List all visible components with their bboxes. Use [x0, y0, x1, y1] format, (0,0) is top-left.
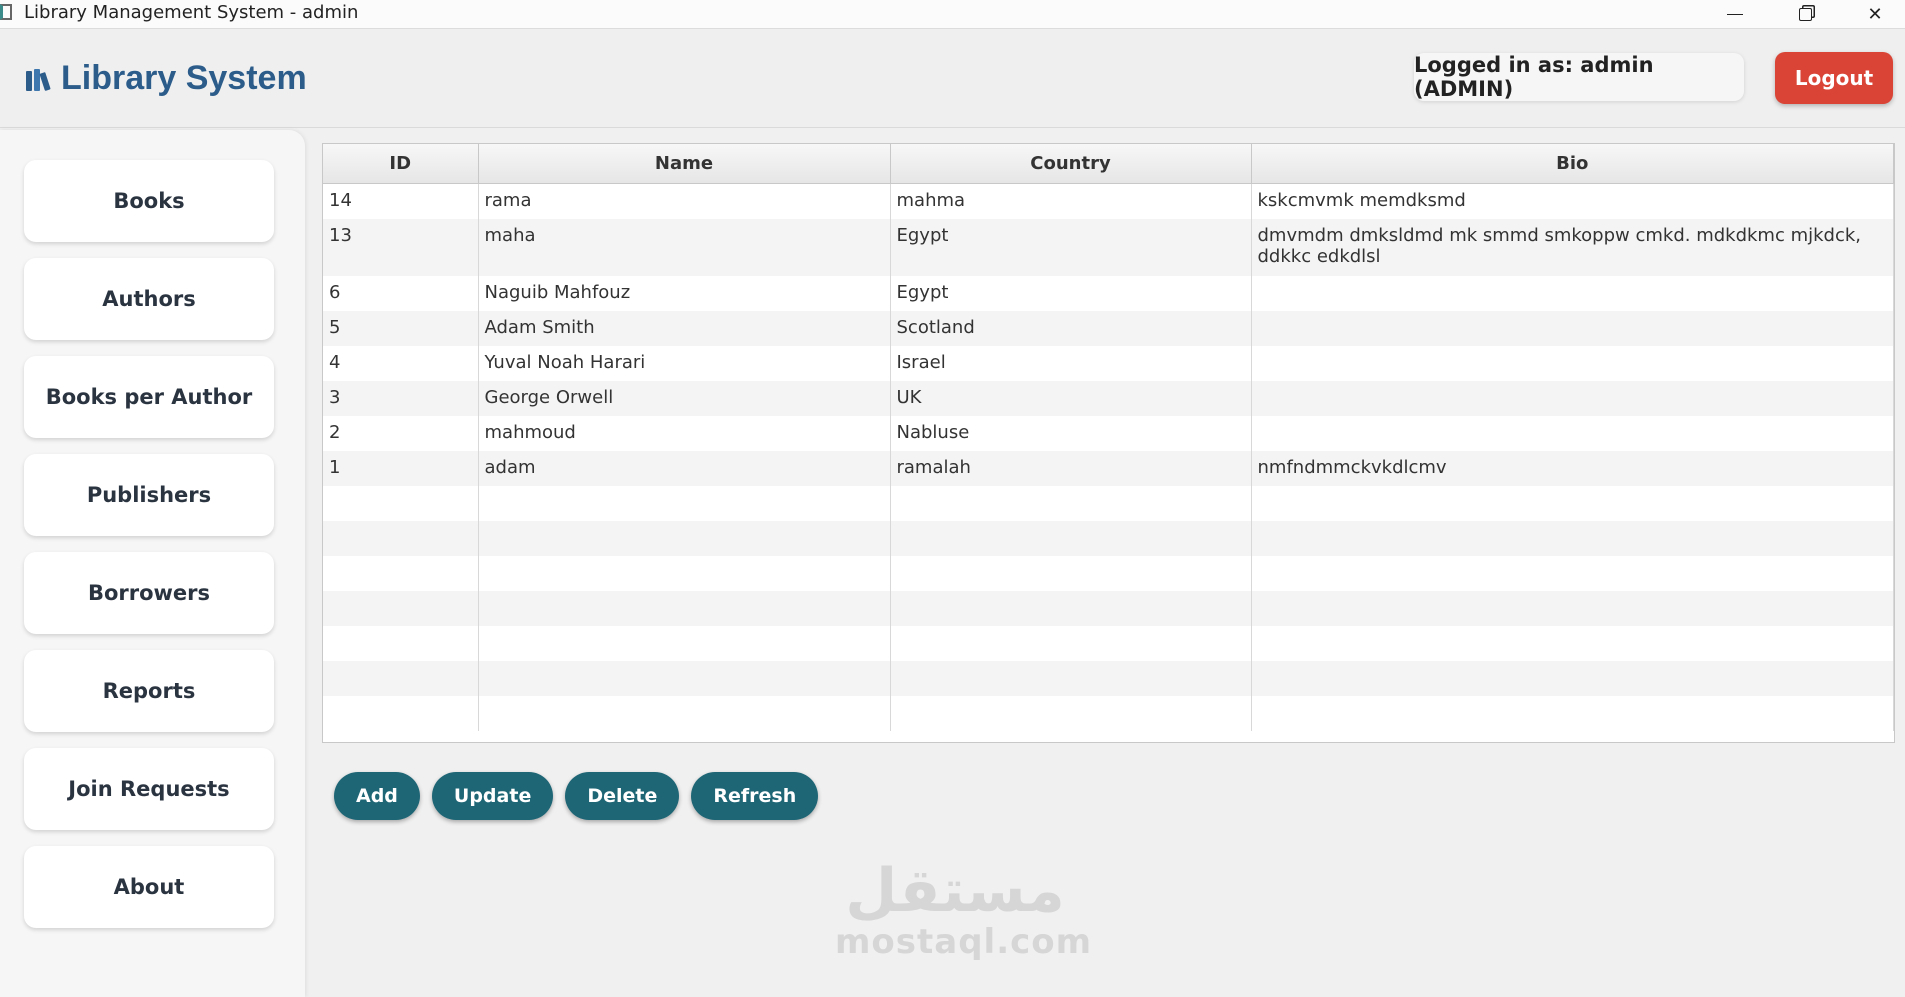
authors-table[interactable]: ID Name Country Bio 14 rama mahma kskcmv…	[322, 143, 1895, 743]
cell-country: mahma	[890, 183, 1252, 219]
logout-button[interactable]: Logout	[1775, 52, 1893, 104]
cell-country: Nabluse	[890, 416, 1252, 451]
maximize-button[interactable]	[1770, 0, 1840, 28]
table-row[interactable]: 4 Yuval Noah Harari Israel	[323, 346, 1894, 381]
cell-name: Yuval Noah Harari	[478, 346, 891, 381]
close-button[interactable]: ✕	[1840, 0, 1905, 28]
cell-country: Egypt	[890, 276, 1252, 311]
cell-name: maha	[478, 219, 891, 276]
cell-bio	[1251, 416, 1894, 451]
close-icon: ✕	[1867, 3, 1883, 25]
sidebar-item-books[interactable]: Books	[24, 160, 274, 242]
books-icon	[26, 67, 51, 91]
sidebar-item-borrowers[interactable]: Borrowers	[24, 552, 274, 634]
watermark: مستقل mostaql.com	[835, 856, 1093, 962]
empty-row	[323, 521, 1894, 556]
table-row[interactable]: 14 rama mahma kskcmvmk memdksmd	[323, 183, 1894, 219]
cell-id: 1	[323, 451, 479, 486]
cell-name: rama	[478, 183, 891, 219]
cell-bio	[1251, 381, 1894, 416]
cell-country: UK	[890, 381, 1252, 416]
table-row[interactable]: 3 George Orwell UK	[323, 381, 1894, 416]
cell-name: Naguib Mahfouz	[478, 276, 891, 311]
column-header-id[interactable]: ID	[323, 144, 479, 184]
cell-bio	[1251, 276, 1894, 311]
table-header-row: ID Name Country Bio	[323, 144, 1894, 184]
column-header-bio[interactable]: Bio	[1251, 144, 1894, 184]
app-icon	[0, 4, 12, 20]
table-row[interactable]: 5 Adam Smith Scotland	[323, 311, 1894, 346]
empty-row	[323, 696, 1894, 731]
cell-id: 2	[323, 416, 479, 451]
sidebar-item-authors[interactable]: Authors	[24, 258, 274, 340]
sidebar-item-publishers[interactable]: Publishers	[24, 454, 274, 536]
empty-row	[323, 486, 1894, 521]
add-button[interactable]: Add	[334, 772, 420, 820]
cell-bio: nmfndmmckvkdlcmv	[1251, 451, 1894, 486]
cell-bio	[1251, 346, 1894, 381]
window-title: Library Management System - admin	[24, 2, 359, 23]
cell-id: 14	[323, 183, 479, 219]
empty-row	[323, 556, 1894, 591]
update-button[interactable]: Update	[431, 772, 554, 820]
cell-bio: dmvmdm dmksldmd mk smmd smkoppw cmkd. md…	[1251, 219, 1894, 276]
cell-name: adam	[478, 451, 891, 486]
refresh-button[interactable]: Refresh	[691, 772, 819, 820]
sidebar-item-join-requests[interactable]: Join Requests	[24, 748, 274, 830]
cell-country: ramalah	[890, 451, 1252, 486]
cell-country: Israel	[890, 346, 1252, 381]
sidebar-item-books-per-author[interactable]: Books per Author	[24, 356, 274, 438]
table-row[interactable]: 2 mahmoud Nabluse	[323, 416, 1894, 451]
cell-bio: kskcmvmk memdksmd	[1251, 183, 1894, 219]
brand-title: Library System	[61, 59, 307, 97]
column-header-name[interactable]: Name	[478, 144, 891, 184]
cell-name: George Orwell	[478, 381, 891, 416]
column-header-country[interactable]: Country	[890, 144, 1252, 184]
watermark-arabic: مستقل	[845, 856, 1065, 926]
sidebar: Books Authors Books per Author Publisher…	[0, 130, 305, 997]
cell-id: 4	[323, 346, 479, 381]
restore-icon	[1798, 7, 1812, 21]
cell-country: Egypt	[890, 219, 1252, 276]
watermark-latin: mostaql.com	[835, 922, 1093, 962]
cell-country: Scotland	[890, 311, 1252, 346]
cell-id: 6	[323, 276, 479, 311]
cell-name: mahmoud	[478, 416, 891, 451]
empty-row	[323, 661, 1894, 696]
table-row[interactable]: 1 adam ramalah nmfndmmckvkdlcmv	[323, 451, 1894, 486]
app-header: Library System Logged in as: admin (ADMI…	[0, 29, 1905, 128]
empty-row	[323, 591, 1894, 626]
sidebar-item-reports[interactable]: Reports	[24, 650, 274, 732]
cell-id: 13	[323, 219, 479, 276]
delete-button[interactable]: Delete	[565, 772, 680, 820]
table-row[interactable]: 13 maha Egypt dmvmdm dmksldmd mk smmd sm…	[323, 219, 1894, 276]
user-badge: Logged in as: admin (ADMIN)	[1414, 53, 1744, 101]
empty-row	[323, 626, 1894, 661]
window-titlebar: Library Management System - admin ✕	[0, 0, 1905, 29]
table-row[interactable]: 6 Naguib Mahfouz Egypt	[323, 276, 1894, 311]
action-buttons: Add Update Delete Refresh	[334, 772, 819, 820]
minimize-button[interactable]	[1700, 0, 1770, 28]
minimize-icon	[1727, 13, 1743, 15]
cell-name: Adam Smith	[478, 311, 891, 346]
cell-id: 5	[323, 311, 479, 346]
cell-bio	[1251, 311, 1894, 346]
sidebar-item-about[interactable]: About	[24, 846, 274, 928]
brand: Library System	[26, 59, 307, 98]
cell-id: 3	[323, 381, 479, 416]
